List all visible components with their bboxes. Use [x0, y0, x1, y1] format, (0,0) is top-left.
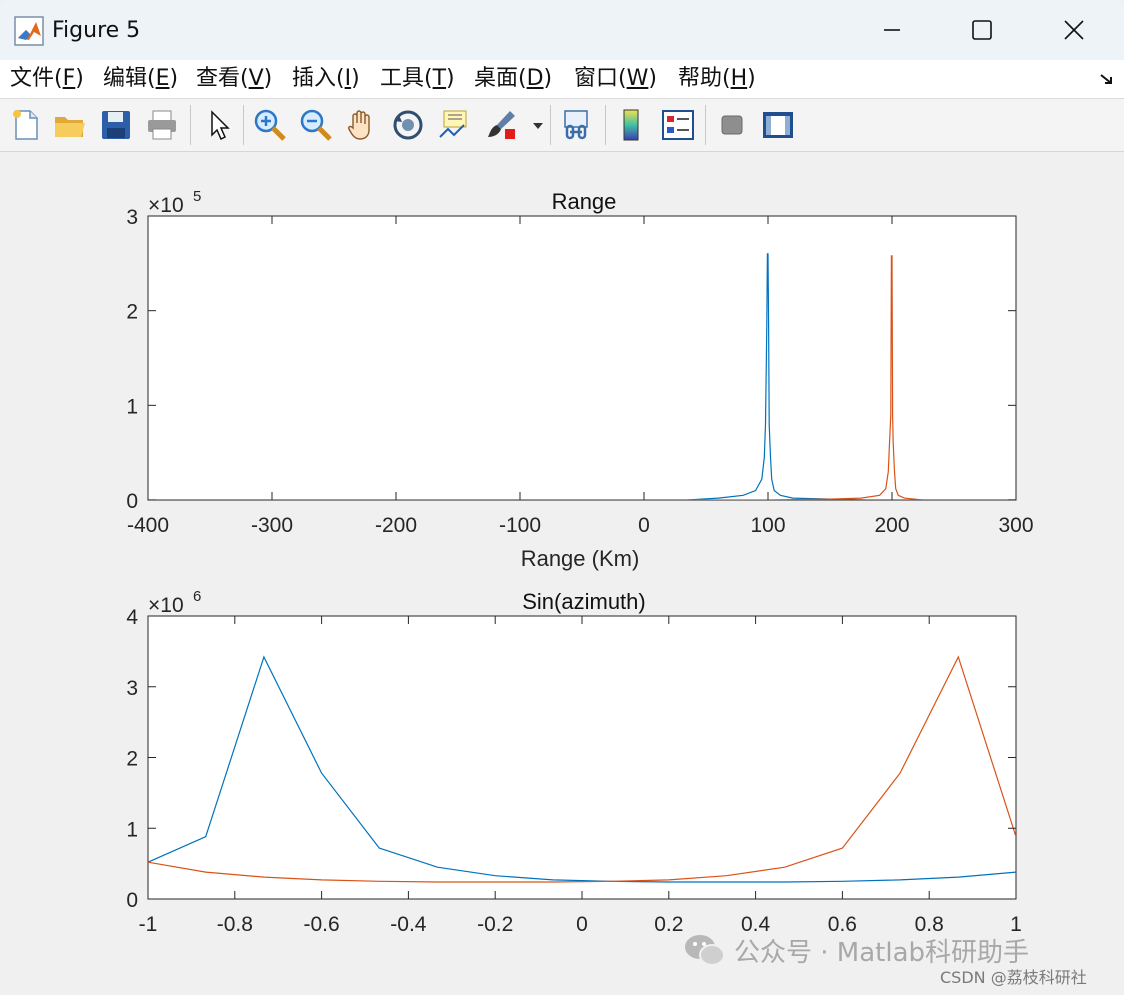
x-tick-label: -300 — [251, 514, 293, 537]
menu-view[interactable]: 查看(V) — [196, 64, 272, 94]
x-tick-label: -400 — [127, 514, 169, 537]
rotate-3d-icon[interactable] — [390, 107, 426, 143]
plots-svg: -400 -300 -200 -100 0 100 200 3000123Range×10 5R… — [126, 188, 1033, 936]
y-tick-label: 3 — [126, 677, 138, 700]
window-title: Figure 5 — [52, 18, 141, 43]
x-tick-label: 100 — [750, 514, 785, 537]
minimize-icon — [884, 29, 900, 31]
y-tick-label: 2 — [126, 301, 138, 324]
menu-tools[interactable]: 工具(T) — [380, 64, 455, 94]
close-button[interactable] — [1028, 0, 1120, 60]
y-tick-label: 4 — [126, 606, 138, 629]
axes-1[interactable]: -400 -300 -200 -100 0 100 200 300 0 1 2 3 Range ×10 5 R… — [126, 188, 1033, 571]
toolbar-separator — [705, 105, 706, 145]
menu-desktop[interactable]: 桌面(D) — [474, 64, 552, 94]
toolbar-separator — [190, 105, 191, 145]
y-exponent-base: ×10 — [148, 594, 184, 617]
x-tick-label: 0 — [576, 913, 588, 936]
axes-2[interactable]: -1 -0.8 -0.6 -0.4 -0.2 0 0.2 0.4 0.6 0.8 101234Sin… — [126, 588, 1022, 936]
x-tick-label: -1 — [139, 913, 158, 936]
y-tick-label: 0 — [126, 490, 138, 513]
y-tick-label: 1 — [126, 818, 138, 841]
plot-area — [147, 215, 1017, 501]
figure-toolbar — [0, 99, 1124, 152]
axes-title: Sin(azimuth) — [522, 589, 645, 614]
pointer-icon[interactable] — [202, 107, 238, 143]
save-icon[interactable] — [98, 107, 134, 143]
x-tick-label: -0.4 — [390, 913, 427, 936]
matlab-logo-icon — [14, 16, 44, 46]
chevron-down-icon[interactable] — [532, 121, 544, 131]
dock-arrow-icon[interactable] — [1098, 70, 1116, 88]
figure-window: Figure 5 文件(F) 编辑(E) 查看(V) 插入(I) 工具(T) 桌… — [0, 0, 1124, 995]
menu-file[interactable]: 文件(F) — [10, 64, 84, 94]
toolbar-separator — [550, 105, 551, 145]
data-cursor-icon[interactable] — [436, 107, 472, 143]
close-icon — [1064, 20, 1084, 40]
open-file-icon[interactable] — [52, 107, 88, 143]
x-tick-label: 0.2 — [654, 913, 683, 936]
title-bar[interactable]: Figure 5 — [0, 0, 1124, 60]
zoom-in-icon[interactable] — [252, 107, 288, 143]
y-exponent-base: ×10 — [148, 194, 184, 217]
menu-window[interactable]: 窗口(W) — [574, 64, 657, 94]
x-tick-label: 300 — [998, 514, 1033, 537]
link-plot-icon[interactable] — [559, 107, 595, 143]
plot-area — [147, 615, 1017, 900]
x-tick-label: 200 — [874, 514, 909, 537]
menu-insert[interactable]: 插入(I) — [292, 64, 360, 94]
print-icon[interactable] — [144, 107, 180, 143]
y-exponent-power: 6 — [193, 588, 201, 605]
hide-plot-tools-icon[interactable] — [714, 107, 750, 143]
menu-edit[interactable]: 编辑(E) — [103, 64, 178, 94]
toolbar-separator — [605, 105, 606, 145]
zoom-out-icon[interactable] — [298, 107, 334, 143]
x-tick-label: -0.8 — [217, 913, 253, 936]
x-axis-label: Range (Km) — [521, 546, 640, 571]
x-tick-label: 0 — [638, 514, 650, 537]
menu-bar: 文件(F) 编辑(E) 查看(V) 插入(I) 工具(T) 桌面(D) 窗口(W… — [0, 60, 1124, 99]
minimize-button[interactable] — [846, 0, 938, 60]
maximize-icon — [972, 20, 992, 40]
wechat-icon — [685, 935, 725, 966]
y-exponent-power: 5 — [193, 188, 201, 205]
pan-hand-icon[interactable] — [344, 107, 380, 143]
legend-icon[interactable] — [660, 107, 696, 143]
x-tick-label: -100 — [499, 514, 541, 537]
y-tick-label: 3 — [126, 206, 138, 229]
y-tick-label: 2 — [126, 748, 138, 771]
toolbar-separator — [243, 105, 244, 145]
brush-icon[interactable] — [484, 107, 520, 143]
y-tick-label: 0 — [126, 889, 138, 912]
maximize-button[interactable] — [936, 0, 1028, 60]
menu-help[interactable]: 帮助(H) — [678, 64, 756, 94]
x-tick-label: -0.2 — [477, 913, 513, 936]
figure-canvas: -400 -300 -200 -100 0 100 200 300 0 1 2 3 Range ×10 5 R… — [0, 152, 1124, 995]
x-tick-label: -200 — [375, 514, 417, 537]
axes-title: Range — [552, 189, 617, 214]
y-tick-label: 1 — [126, 395, 138, 418]
new-figure-icon[interactable] — [8, 107, 44, 143]
csdn-watermark: CSDN @荔枝科研社 — [940, 968, 1087, 987]
colorbar-icon[interactable] — [614, 107, 650, 143]
show-plot-tools-icon[interactable] — [760, 107, 796, 143]
x-tick-label: -0.6 — [304, 913, 340, 936]
